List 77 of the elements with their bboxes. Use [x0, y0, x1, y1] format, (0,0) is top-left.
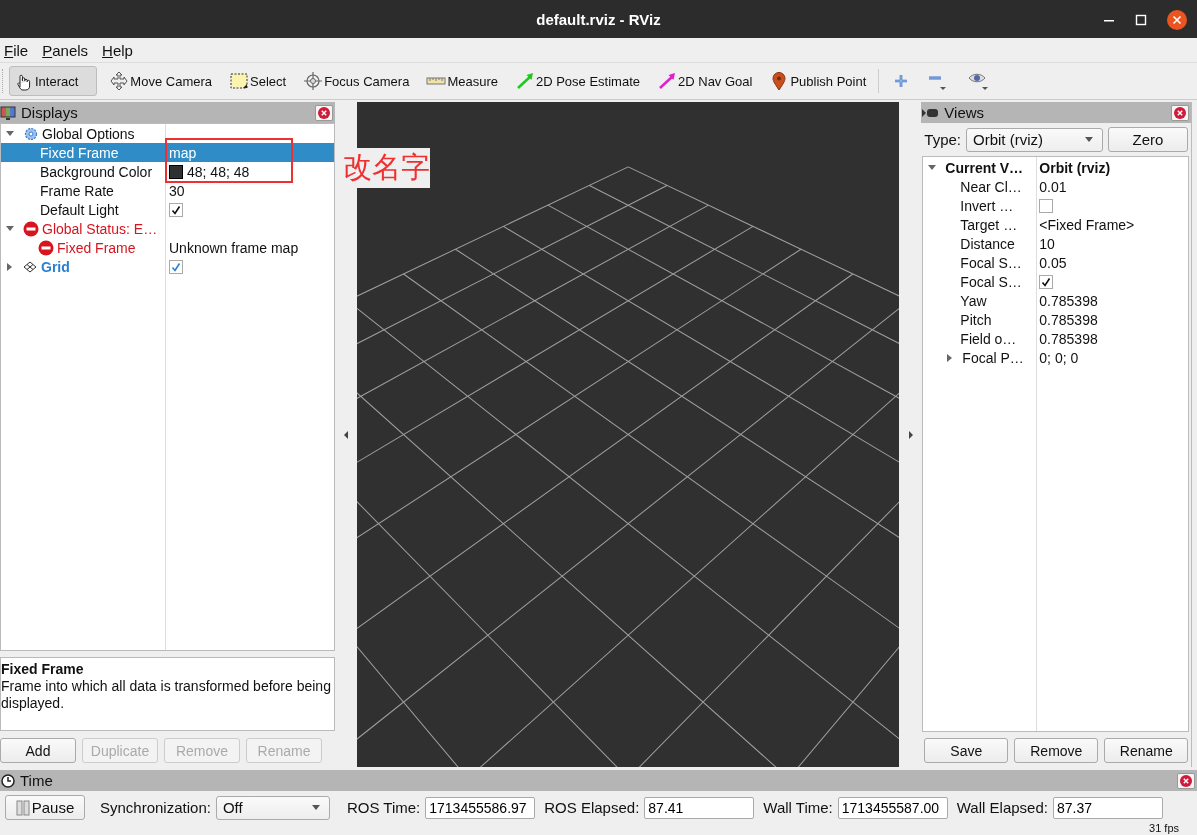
- tool-button[interactable]: Publish Point: [764, 66, 872, 96]
- panel-title: Views: [944, 104, 986, 121]
- property-name: Near Cl…: [960, 178, 1022, 195]
- tree-row[interactable]: Fixed Frame Unknown frame map: [1, 238, 335, 257]
- property-value: 0.01: [1039, 178, 1067, 195]
- tree-row[interactable]: Grid: [1, 257, 335, 276]
- property-name: Pitch: [960, 311, 992, 328]
- type-dropdown[interactable]: Orbit (rviz): [966, 127, 1103, 152]
- property-value: 0; 0; 0: [1039, 349, 1079, 366]
- time-field[interactable]: 87.37: [1052, 796, 1163, 819]
- tool-button[interactable]: Measure: [421, 66, 503, 96]
- panel-button[interactable]: Add: [0, 738, 76, 763]
- property-value: 0.05: [1039, 254, 1067, 271]
- property-name: Background Color: [40, 163, 153, 180]
- tree-row[interactable]: Global Options: [1, 124, 335, 143]
- tree-row[interactable]: Frame Rate 30: [1, 181, 335, 200]
- panel-button[interactable]: Save: [924, 738, 1009, 763]
- field-label: ROS Elapsed:: [544, 799, 640, 816]
- field-label: Type:: [924, 131, 961, 148]
- property-name: Frame Rate: [40, 182, 114, 199]
- property-name: Focal S…: [960, 254, 1022, 271]
- tool-button[interactable]: Move Camera: [104, 66, 217, 96]
- description-text: Frame into which all data is transformed before being displayed.: [1, 678, 332, 712]
- time-field[interactable]: 1713455586.97: [425, 796, 536, 819]
- property-name: Fixed Frame: [57, 239, 136, 256]
- tree-row[interactable]: Global Status: E…: [1, 219, 335, 238]
- tool-button[interactable]: 2D Pose Estimate: [509, 66, 645, 96]
- tool-button[interactable]: Select: [224, 66, 292, 96]
- time-field[interactable]: 87.41: [644, 796, 755, 819]
- property-value: 10: [1039, 235, 1055, 252]
- property-value: 0.785398: [1039, 292, 1098, 309]
- property-name: Grid: [41, 258, 70, 275]
- panel-title: Displays: [21, 104, 79, 121]
- tree-row[interactable]: Default Light: [1, 200, 335, 219]
- panel-button[interactable]: Rename: [1104, 738, 1189, 763]
- field-label: Wall Elapsed:: [956, 799, 1048, 816]
- property-value: <Fixed Frame>: [1039, 216, 1135, 233]
- property-value: Unknown frame map: [169, 239, 299, 256]
- zero-button[interactable]: Zero: [1108, 127, 1188, 152]
- property-value: map: [169, 144, 197, 161]
- description-title: Fixed Frame: [1, 661, 85, 678]
- property-value: 48; 48; 48: [187, 163, 250, 180]
- menu-item[interactable]: Help: [102, 41, 133, 59]
- property-name: Global Options: [42, 125, 135, 142]
- tool-button[interactable]: Focus Camera: [298, 66, 415, 96]
- fps-label: 31 fps: [1149, 822, 1179, 835]
- property-name: Focal S…: [960, 273, 1022, 290]
- property-name: Distance: [960, 235, 1015, 252]
- property-name: Yaw: [960, 292, 987, 309]
- tool-button[interactable]: Interact: [9, 66, 98, 96]
- property-value: 0.785398: [1039, 330, 1098, 347]
- property-name: Fixed Frame: [40, 144, 119, 161]
- sync-dropdown[interactable]: Off: [215, 795, 330, 820]
- property-name: Global Status: E…: [42, 220, 158, 237]
- property-name: Invert …: [960, 197, 1014, 214]
- field-label: Wall Time:: [763, 799, 833, 816]
- pause-button[interactable]: Pause: [5, 795, 85, 820]
- property-name: Focal P…: [962, 349, 1024, 366]
- panel-title: Time: [20, 772, 54, 789]
- menu-item[interactable]: Panels: [42, 41, 89, 59]
- menu-item[interactable]: File: [4, 41, 29, 59]
- tree-row[interactable]: Fixed Frame map: [1, 143, 335, 162]
- property-name: Target …: [960, 216, 1018, 233]
- annotation-text: 改名字: [343, 148, 430, 188]
- property-value: 30: [169, 182, 185, 199]
- property-name: Default Light: [40, 201, 119, 218]
- tool-button[interactable]: 2D Nav Goal: [652, 66, 758, 96]
- property-name: Field o…: [960, 330, 1017, 347]
- field-label: Synchronization:: [100, 799, 211, 816]
- field-label: ROS Time:: [346, 799, 421, 816]
- property-name: Current V…: [945, 159, 1024, 176]
- window-title: default.rviz - RViz: [536, 10, 661, 28]
- tree-row[interactable]: Background Color 48; 48; 48: [1, 162, 335, 181]
- panel-button[interactable]: Remove: [1014, 738, 1099, 763]
- property-value: Orbit (rviz): [1039, 159, 1111, 176]
- property-value: 0.785398: [1039, 311, 1098, 328]
- time-field[interactable]: 1713455587.00: [837, 796, 948, 819]
